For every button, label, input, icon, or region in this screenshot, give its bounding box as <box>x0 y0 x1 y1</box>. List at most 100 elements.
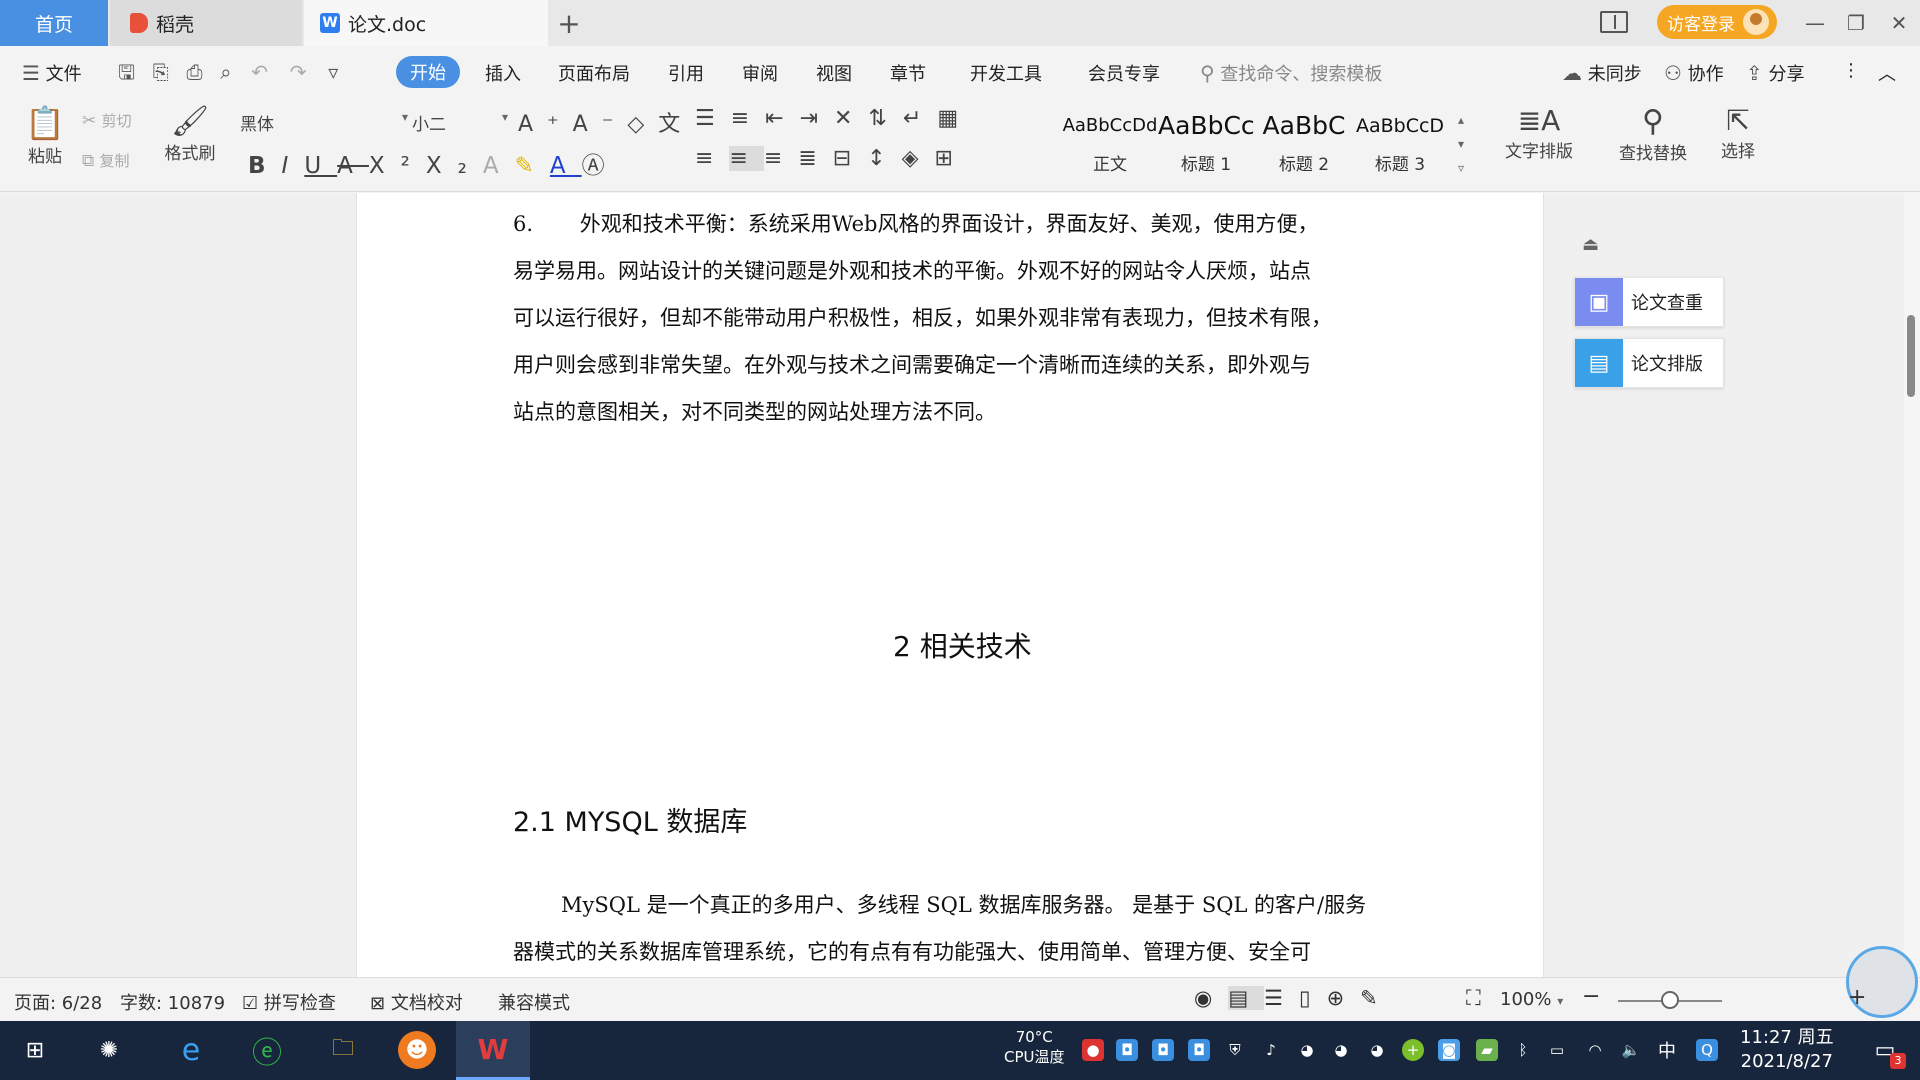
tab-chapter[interactable]: 章节 <box>890 60 926 86</box>
customize-dropdown-icon[interactable]: ▿ <box>328 60 338 84</box>
tab-member[interactable]: 会员专享 <box>1088 60 1160 86</box>
ime-indicator[interactable]: 中 <box>1656 1039 1678 1062</box>
eye-protect-icon[interactable]: ◉ <box>1194 986 1228 1010</box>
more-icon[interactable]: ⋮ <box>1842 60 1860 81</box>
print-preview-icon[interactable]: ⌕ <box>220 60 231 84</box>
battery-icon[interactable]: ▭ <box>1546 1039 1568 1061</box>
tab-developer[interactable]: 开发工具 <box>970 60 1042 86</box>
web-view-icon[interactable]: ⊕ <box>1327 986 1361 1010</box>
shrink-font-icon[interactable]: A⁻ <box>573 112 628 137</box>
bold-icon[interactable]: B <box>248 153 282 179</box>
cut-button[interactable]: ✂ 剪切 <box>82 110 132 131</box>
style-heading2[interactable]: AaBbC 标题 2 <box>1256 106 1352 188</box>
zoom-in-button[interactable]: + <box>1848 985 1866 1010</box>
panel-collapse-icon[interactable]: ⏏ <box>1582 234 1599 255</box>
heading-related-tech[interactable]: 2 相关技术 <box>893 625 1032 665</box>
numbered-list-icon[interactable]: ≡ <box>731 106 765 131</box>
format-painter-button[interactable]: 🖌 格式刷 <box>162 104 218 164</box>
style-heading1[interactable]: AaBbCc 标题 1 <box>1158 106 1254 188</box>
guest-login-button[interactable]: 访客登录 <box>1657 5 1777 39</box>
style-normal[interactable]: AaBbCcDd 正文 <box>1062 106 1158 188</box>
fit-page-icon[interactable]: ⛶ <box>1466 986 1481 1011</box>
paper-layout-button[interactable]: ▤ 论文排版 <box>1574 338 1724 388</box>
style-gallery-scroll[interactable]: ▴ ▾ ▿ <box>1458 108 1464 180</box>
tab-review[interactable]: 审阅 <box>742 60 778 86</box>
heading-mysql[interactable]: 2.1 MYSQL 数据库 <box>513 800 747 839</box>
tab-view[interactable]: 视图 <box>816 60 852 86</box>
ie-browser-icon[interactable]: e <box>172 1031 210 1069</box>
scrollbar-thumb[interactable] <box>1907 315 1915 397</box>
browser-360-icon[interactable]: ⓔ <box>248 1031 286 1071</box>
close-button[interactable]: ✕ <box>1881 8 1917 38</box>
app-pinwheel-icon[interactable]: ✺ <box>90 1031 128 1069</box>
redo-icon[interactable]: ↷ <box>290 60 307 84</box>
char-border-icon[interactable]: Ⓐ <box>582 153 621 179</box>
windows-start-icon[interactable]: ⊞ <box>16 1031 54 1069</box>
style-heading3[interactable]: AaBbCcD 标题 3 <box>1352 106 1448 188</box>
qq-icon[interactable]: ◕ <box>1366 1039 1388 1061</box>
export-icon[interactable]: ⎘ <box>153 60 169 84</box>
underline-icon[interactable]: U <box>304 153 337 179</box>
collaborate-button[interactable]: ⚇ 协作 <box>1664 60 1724 86</box>
wifi-icon[interactable]: ◠ <box>1584 1039 1606 1061</box>
tab-references[interactable]: 引用 <box>668 60 704 86</box>
shading-icon[interactable]: ◈ <box>902 146 935 171</box>
collapse-ribbon-icon[interactable]: ︿ <box>1878 60 1896 86</box>
outline-view-icon[interactable]: ☰ <box>1264 986 1299 1010</box>
show-marks-icon[interactable]: ↵ <box>903 106 937 131</box>
paragraph-appearance-tech[interactable]: 6. 外观和技术平衡：系统采用Web风格的界面设计，界面友好、美观，使用方便， … <box>513 201 1433 436</box>
paper-check-button[interactable]: ▣ 论文查重 <box>1574 277 1724 327</box>
font-name-select[interactable]: 黑体 ▾ <box>240 110 408 135</box>
find-replace-button[interactable]: ⚲ 查找替换 <box>1608 104 1698 164</box>
zoom-out-button[interactable]: − <box>1582 984 1600 1009</box>
word-count[interactable]: 字数: 10879 <box>120 989 225 1015</box>
sort-icon[interactable]: ⇅ <box>868 106 902 131</box>
tray-app-icon[interactable]: ◙ <box>1438 1039 1460 1061</box>
tray-app-icon[interactable]: ◘ <box>1188 1039 1210 1061</box>
tab-document[interactable]: W 论文.doc <box>304 0 548 46</box>
page-indicator[interactable]: 页面: 6/28 <box>14 989 102 1015</box>
save-icon[interactable]: 🖫 <box>118 58 135 92</box>
nvidia-icon[interactable]: ▰ <box>1476 1039 1498 1061</box>
new-tab-button[interactable]: + <box>552 7 586 40</box>
game-app-icon[interactable]: ☻ <box>398 1031 436 1069</box>
tray-app-icon[interactable]: ● <box>1082 1039 1104 1061</box>
phonetic-icon[interactable]: 文 <box>658 112 694 137</box>
strikethrough-icon[interactable]: A <box>337 153 369 179</box>
clear-format-icon[interactable]: ◇ <box>627 112 658 137</box>
proofread-button[interactable]: ⊠ 文档校对 <box>370 989 463 1015</box>
reading-view-icon[interactable]: ▯ <box>1299 986 1327 1010</box>
command-search[interactable]: ⚲ 查找命令、搜索模板 <box>1200 60 1382 86</box>
tab-insert[interactable]: 插入 <box>485 60 521 86</box>
qq-icon[interactable]: ◕ <box>1296 1039 1318 1061</box>
sync-status[interactable]: ☁ 未同步 <box>1562 60 1642 86</box>
tray-app-icon[interactable]: ◘ <box>1152 1039 1174 1061</box>
align-center-icon[interactable]: ≡ <box>729 146 764 171</box>
text-effect-icon[interactable]: A <box>483 153 515 179</box>
font-size-select[interactable]: 小二 ▾ <box>412 110 508 135</box>
wps-taskbar-item[interactable]: W <box>456 1021 530 1080</box>
zoom-level[interactable]: 100% ▾ <box>1500 989 1563 1010</box>
justify-icon[interactable]: ≣ <box>798 146 832 171</box>
tab-daoke[interactable]: 稻壳 <box>110 0 302 46</box>
tab-home[interactable]: 首页 <box>0 0 108 46</box>
vertical-scrollbar[interactable] <box>1904 193 1920 977</box>
bluetooth-icon[interactable]: ᛒ <box>1512 1039 1534 1061</box>
window-layout-icon[interactable] <box>1600 11 1628 33</box>
italic-icon[interactable]: I <box>282 153 305 179</box>
share-button[interactable]: ⇪ 分享 <box>1746 60 1805 86</box>
page-view-icon[interactable]: ▤ <box>1228 986 1265 1010</box>
highlight-icon[interactable]: ✎ <box>515 153 550 179</box>
distribute-icon[interactable]: ⊟ <box>833 146 867 171</box>
grow-font-icon[interactable]: A⁺ <box>518 112 573 137</box>
select-button[interactable]: ⇱ 选择 <box>1710 104 1766 162</box>
file-explorer-icon[interactable]: 🗀 <box>324 1031 362 1069</box>
spell-check-button[interactable]: ☑ 拼写检查 <box>242 989 336 1015</box>
qq-icon[interactable]: ◕ <box>1330 1039 1352 1061</box>
edit-view-icon[interactable]: ✎ <box>1360 986 1394 1010</box>
superscript-icon[interactable]: X² <box>369 153 426 179</box>
system-clock[interactable]: 11:27 周五 2021/8/27 <box>1740 1026 1834 1074</box>
bullet-list-icon[interactable]: ☰ <box>695 106 731 131</box>
print-icon[interactable]: ⎙ <box>187 60 203 84</box>
paragraph-mysql[interactable]: MySQL 是一个真正的多用户、多线程 SQL 数据库服务器。 是基于 SQL … <box>513 882 1433 976</box>
